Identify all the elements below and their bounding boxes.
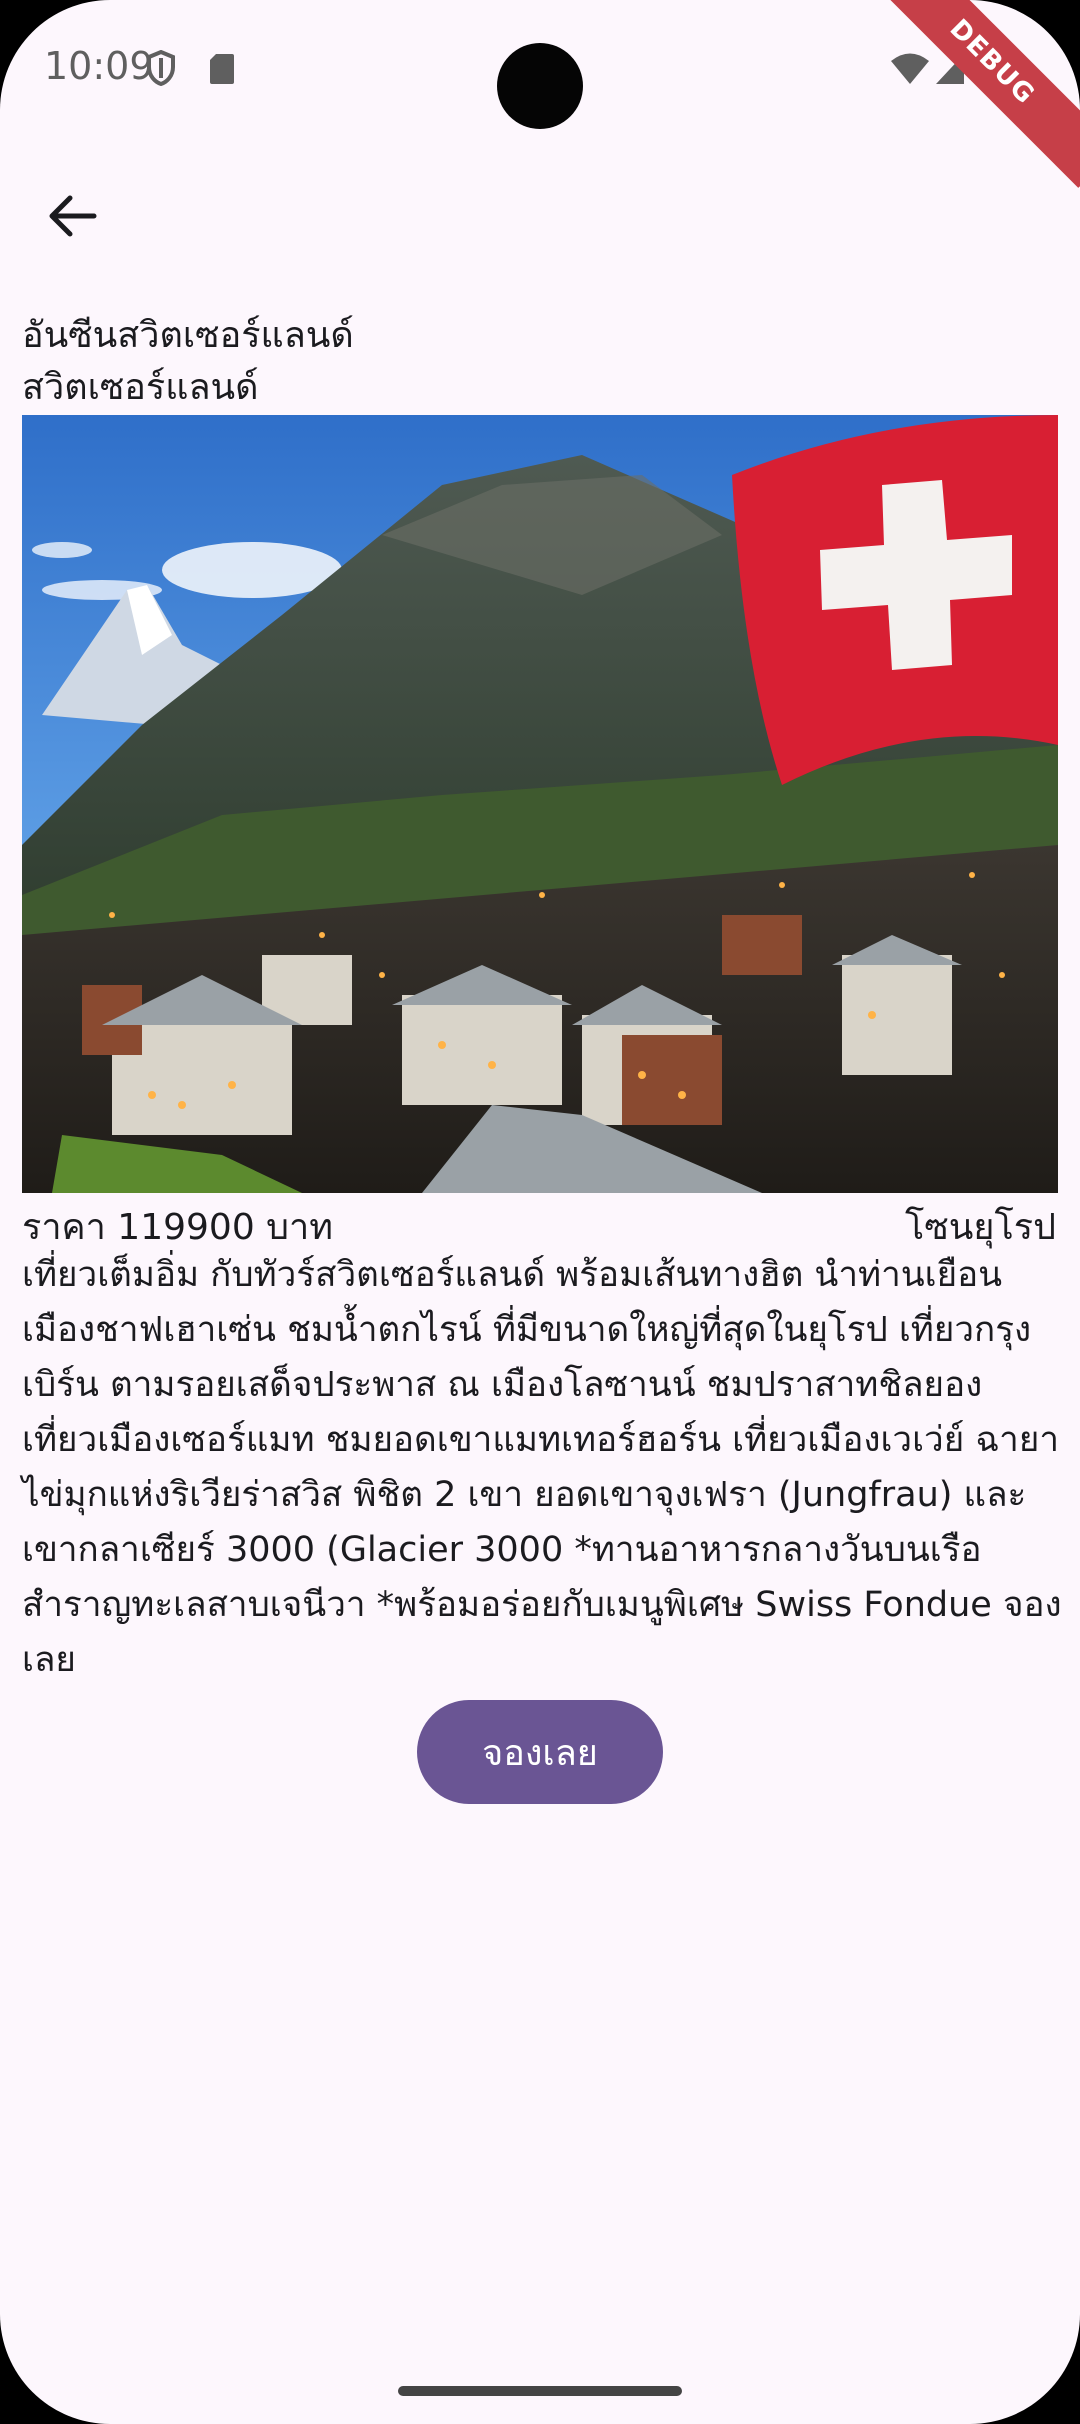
tour-description: เที่ยวเต็มอิ่ม กับทัวร์สวิตเซอร์แลนด์ พร… (22, 1255, 1062, 1680)
book-now-button[interactable]: จองเลย (417, 1700, 663, 1804)
arrow-left-icon (36, 195, 108, 256)
tour-price: ราคา 119900 บาท (22, 1207, 333, 1248)
tour-zone: โซนยุโรป (905, 1207, 1056, 1248)
status-bar: 10:09 DEBUG (0, 0, 1080, 188)
sd-card-icon (208, 52, 236, 90)
debug-banner: DEBUG (866, 0, 1080, 188)
tour-hero-image (22, 415, 1058, 1193)
front-camera (497, 43, 583, 129)
back-button[interactable] (36, 180, 108, 252)
tour-title-block: อันซีนสวิตเซอร์แลนด์ สวิตเซอร์แลนด์ (22, 310, 1062, 414)
tour-title: อันซีนสวิตเซอร์แลนด์ (22, 315, 354, 356)
home-indicator[interactable] (398, 2386, 682, 2396)
status-time: 10:09 (44, 44, 154, 88)
tour-country: สวิตเซอร์แลนด์ (22, 367, 259, 408)
shield-icon (146, 49, 176, 90)
app-screen: 10:09 DEBUG อันซีนสวิตเซอร์แลนด์ สวิตเซอ… (0, 0, 1080, 2424)
wifi-icon (890, 52, 930, 90)
